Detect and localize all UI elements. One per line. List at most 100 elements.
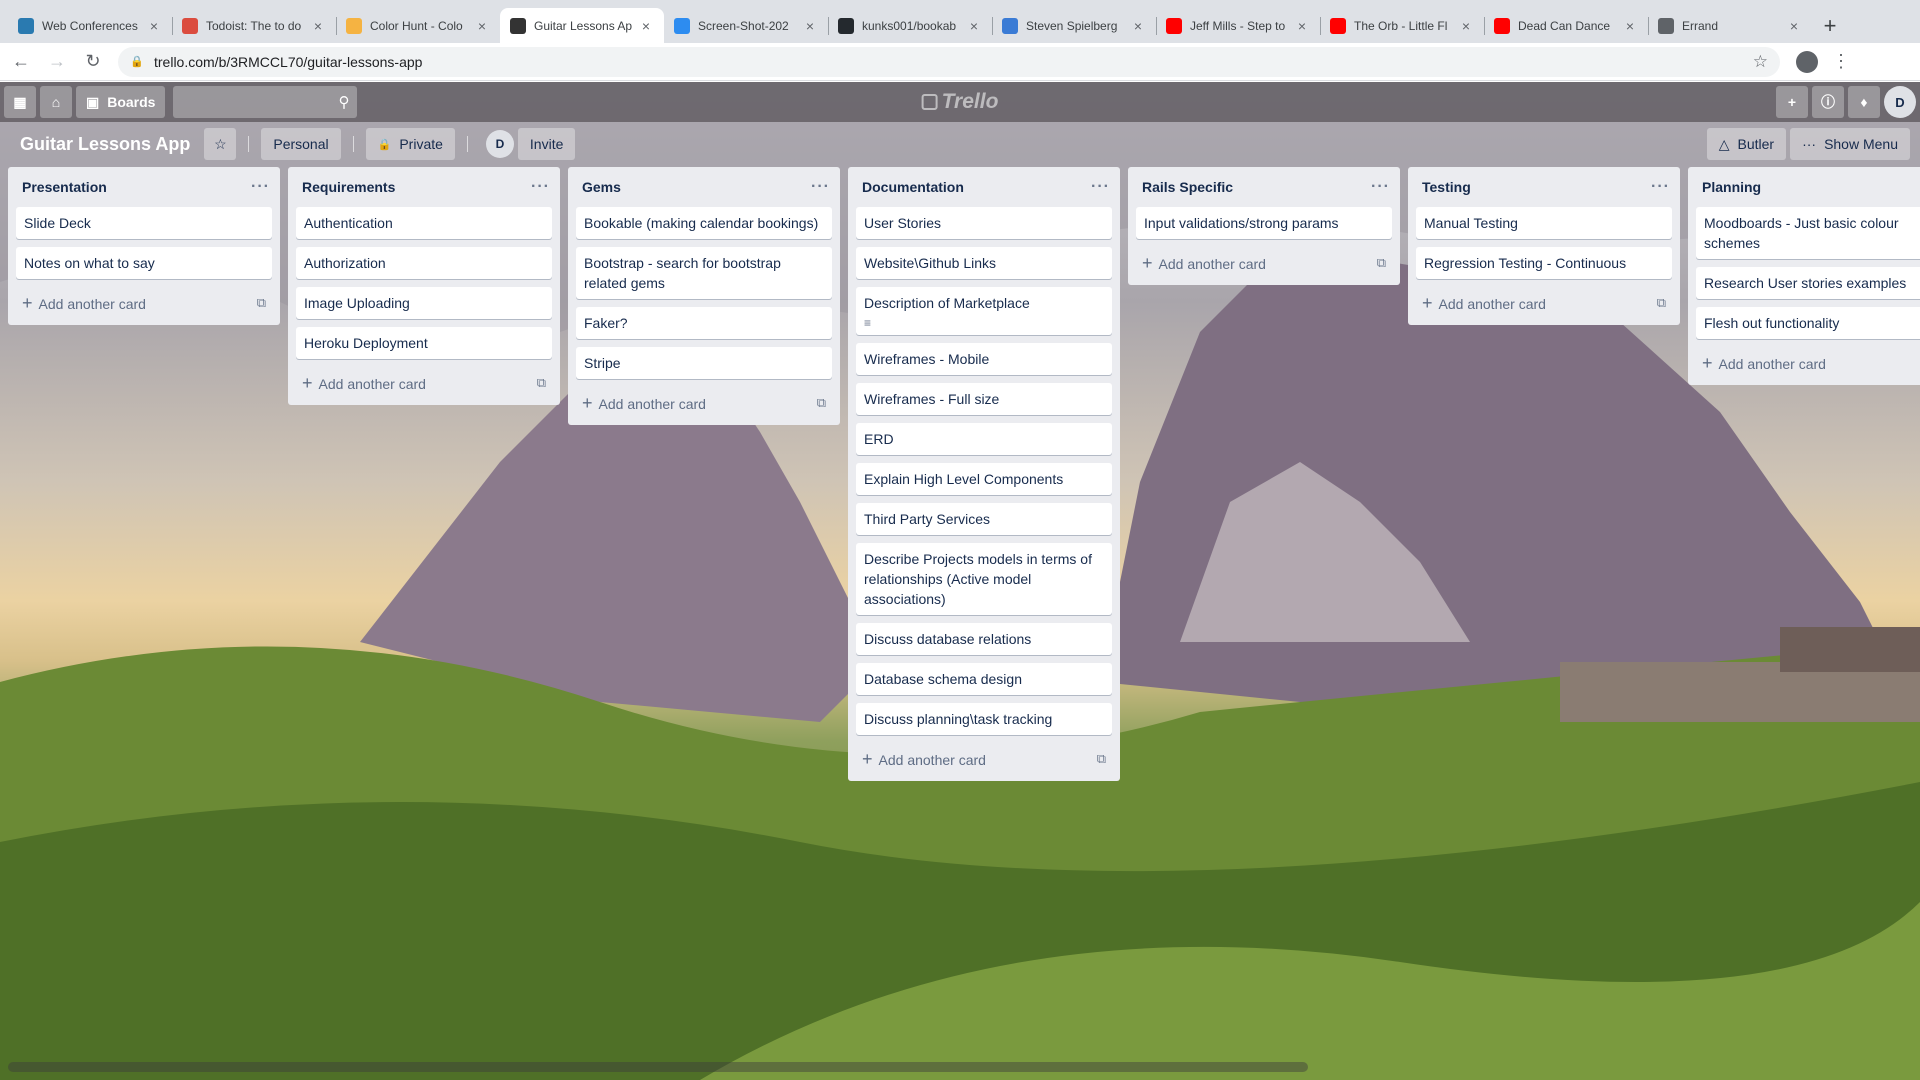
list[interactable]: Planning··· Moodboards - Just basic colou… (1688, 167, 1920, 385)
board-title[interactable]: Guitar Lessons App (10, 134, 200, 155)
card[interactable]: Database schema design (856, 663, 1112, 695)
add-card-composer[interactable]: + Add another card (22, 293, 146, 314)
list[interactable]: Gems ··· Bookable (making calendar booking… (568, 167, 840, 425)
list[interactable]: Rails Specific ··· Input validations/stron… (1128, 167, 1400, 285)
browser-tab[interactable]: Screen-Shot-202 × (664, 8, 828, 43)
list-menu-icon[interactable]: ··· (1651, 178, 1670, 196)
browser-tab[interactable]: The Orb - Little Fl × (1320, 8, 1484, 43)
browser-tab[interactable]: Color Hunt - Colo × (336, 8, 500, 43)
trello-logo[interactable]: Trello (921, 90, 998, 114)
user-avatar[interactable]: D (1884, 86, 1916, 118)
card-template-icon[interactable]: ⧉ (257, 295, 266, 311)
card[interactable]: Bookable (making calendar bookings) (576, 207, 832, 239)
browser-tab[interactable]: Dead Can Dance × (1484, 8, 1648, 43)
close-icon[interactable]: × (146, 18, 162, 34)
card[interactable]: ERD (856, 423, 1112, 455)
list-menu-icon[interactable]: ··· (1091, 178, 1110, 196)
add-card-button[interactable]: +Add another card⧉ (572, 387, 836, 419)
card[interactable]: Flesh out functionality (1696, 307, 1920, 339)
card[interactable]: Image Uploading (296, 287, 552, 319)
list[interactable]: Requirements ··· Authentication Authorizati… (288, 167, 560, 405)
add-card-button[interactable]: +Add another card ⧉ (852, 743, 1116, 775)
card[interactable]: Discuss database relations (856, 623, 1112, 655)
browser-profile-icon[interactable] (1796, 50, 1818, 73)
apps-grid-icon[interactable]: ▦ (4, 86, 36, 118)
horizontal-scrollbar[interactable] (8, 1062, 1308, 1072)
list-title[interactable]: Rails Specific (1142, 179, 1233, 195)
list[interactable]: Testing ··· Manual Testing Regression Testi… (1408, 167, 1680, 325)
card[interactable]: Moodboards - Just basic colour schemes (1696, 207, 1920, 259)
info-icon[interactable]: ⓘ (1812, 86, 1844, 118)
card[interactable]: Website\Github Links (856, 247, 1112, 279)
close-icon[interactable]: × (966, 18, 982, 34)
forward-icon[interactable]: → (42, 47, 72, 77)
home-icon[interactable]: ⌂ (40, 86, 72, 118)
card[interactable]: User Stories (856, 207, 1112, 239)
add-card-button[interactable]: +Add another card ⧉ (12, 287, 276, 319)
card[interactable]: Description of Marketplace ≡ (856, 287, 1112, 335)
add-card-composer[interactable]: + Add another card (862, 749, 986, 770)
lock-icon[interactable]: 🔒 (130, 55, 144, 69)
new-tab-icon[interactable]: + (1816, 8, 1844, 43)
add-card-button[interactable]: +Add another card ⧉ (292, 367, 556, 399)
card-template-icon[interactable]: ⧉ (1097, 751, 1106, 767)
invite-button[interactable]: Invite (517, 128, 576, 160)
card[interactable]: Bootstrap - search for bootstrap related… (576, 247, 832, 299)
add-card-composer[interactable]: + Add another card (1702, 353, 1826, 374)
visibility-button[interactable]: 🔒 Private (365, 128, 455, 160)
card[interactable]: Input validations/strong params (1136, 207, 1392, 239)
card[interactable]: Third Party Services (856, 503, 1112, 535)
address-bar[interactable]: 🔒 trello.com/b/3RMCCL70/guitar-lessons-a… (118, 46, 1780, 77)
browser-tab[interactable]: Todoist: The to do × (172, 8, 336, 43)
browser-tab[interactable]: kunks001/bookab × (828, 8, 992, 43)
reload-icon[interactable]: ↻ (78, 47, 108, 77)
list-title[interactable]: Gems (582, 179, 621, 195)
bookmark-star-icon[interactable]: ☆ (1753, 52, 1768, 72)
card[interactable]: Faker? (576, 307, 832, 339)
card[interactable]: Research User stories examples (1696, 267, 1920, 299)
close-icon[interactable]: × (474, 18, 490, 34)
card-template-icon[interactable]: ⧉ (537, 375, 546, 391)
close-icon[interactable]: × (1622, 18, 1638, 34)
close-icon[interactable]: × (802, 18, 818, 34)
card[interactable]: Slide Deck (16, 207, 272, 239)
add-card-composer[interactable]: + Add another card (302, 373, 426, 394)
close-icon[interactable]: × (1458, 18, 1474, 34)
list-menu-icon[interactable]: ··· (531, 178, 550, 196)
add-card-button[interactable]: +Add another card⧉ (1132, 247, 1396, 279)
create-plus-icon[interactable]: + (1776, 86, 1808, 118)
list-title[interactable]: Requirements (302, 179, 395, 195)
card[interactable]: Describe Projects models in terms of rel… (856, 543, 1112, 615)
team-button[interactable]: Personal (261, 128, 341, 160)
card[interactable]: Discuss planning\task tracking (856, 703, 1112, 735)
browser-tab[interactable]: Jeff Mills - Step to × (1156, 8, 1320, 43)
close-icon[interactable]: × (310, 18, 326, 34)
list[interactable]: Presentation ··· Slide Deck Notes on what t… (8, 167, 280, 325)
card[interactable]: Wireframes - Full size (856, 383, 1112, 415)
add-card-button[interactable]: +Add another card⧉ (1692, 347, 1920, 379)
list-title[interactable]: Presentation (22, 179, 107, 195)
browser-tab[interactable]: Guitar Lessons Ap × (500, 8, 664, 43)
card[interactable]: Stripe (576, 347, 832, 379)
close-icon[interactable]: × (1294, 18, 1310, 34)
card-template-icon[interactable]: ⧉ (817, 395, 826, 411)
browser-tab[interactable]: Web Conferences × (8, 8, 172, 43)
card-template-icon[interactable]: ⧉ (1377, 255, 1386, 271)
list-menu-icon[interactable]: ··· (1371, 178, 1390, 196)
card[interactable]: Wireframes - Mobile (856, 343, 1112, 375)
butler-button[interactable]: △ Butler (1706, 128, 1787, 160)
close-icon[interactable]: × (638, 18, 654, 34)
browser-tab[interactable]: Steven Spielberg × (992, 8, 1156, 43)
url-text[interactable]: trello.com/b/3RMCCL70/guitar-lessons-app (154, 54, 1753, 70)
search-input[interactable]: ⚲ (173, 86, 358, 118)
list-title[interactable]: Documentation (862, 179, 964, 195)
list-menu-icon[interactable]: ··· (811, 178, 830, 196)
close-icon[interactable]: × (1786, 18, 1802, 34)
board-member-avatar[interactable]: D (485, 130, 514, 158)
card[interactable]: Authorization (296, 247, 552, 279)
card[interactable]: Manual Testing (1416, 207, 1672, 239)
list[interactable]: Documentation ··· User Stories Website\Gith… (848, 167, 1120, 781)
browser-menu-icon[interactable]: ⋮ (1832, 51, 1850, 72)
back-icon[interactable]: ← (6, 47, 36, 77)
card[interactable]: Notes on what to say (16, 247, 272, 279)
